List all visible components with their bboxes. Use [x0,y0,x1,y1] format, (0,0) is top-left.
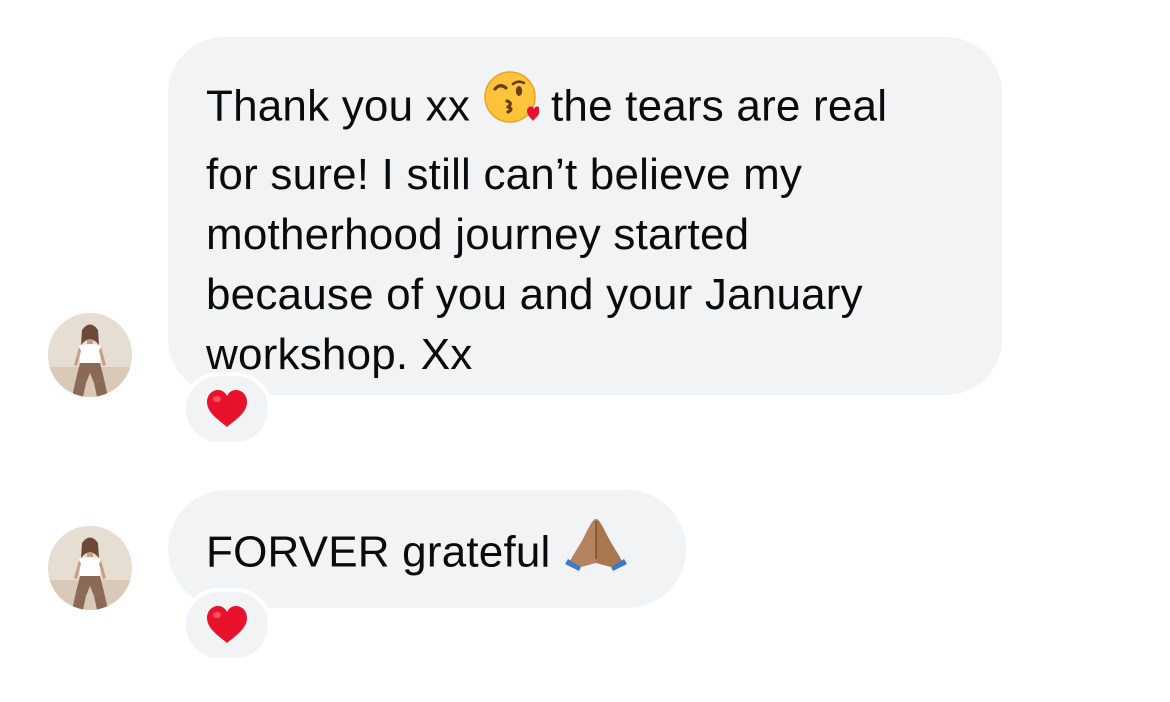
folded-hands-icon [563,515,629,587]
message-line: because of you and your January [206,270,863,319]
reaction-badge[interactable] [182,588,272,662]
reaction-badge[interactable] [182,372,272,446]
message-bubble[interactable]: Thank you xx the tears are real for sure… [168,37,1002,395]
kissing-face-with-heart-icon [483,69,540,141]
message-line: FORVER grateful [206,519,646,591]
avatar[interactable] [48,526,132,610]
message-line: for sure! I still can’t believe my [206,150,803,199]
message-text: the tears are real [550,81,888,131]
avatar[interactable] [48,313,132,397]
message-line: workshop. Xx [206,330,473,379]
message-text: FORVER grateful [206,527,551,577]
message-text: Thank you xx [206,81,471,131]
red-heart-icon [207,606,247,643]
red-heart-icon [207,390,247,427]
profile-photo-icon [48,313,132,397]
message-line: motherhood journey started [206,210,750,259]
message-line: Thank you xx the tears are real [206,71,962,145]
profile-photo-icon [48,526,132,610]
